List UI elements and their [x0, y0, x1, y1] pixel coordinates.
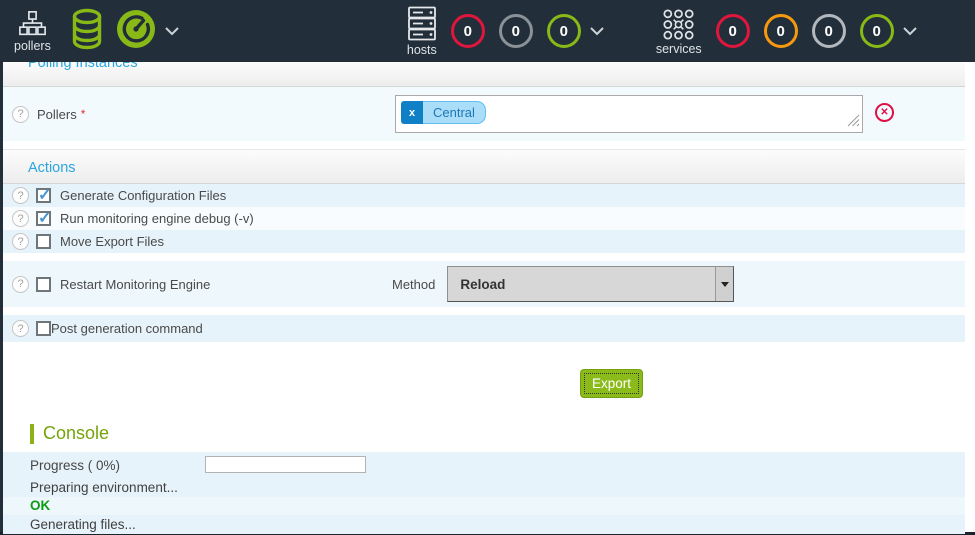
- action-row-generate: ? Generate Configuration Files: [3, 184, 965, 207]
- action-row-move-export: ? Move Export Files: [3, 230, 965, 253]
- dots-grid-icon: [662, 8, 695, 41]
- method-label: Method: [392, 277, 435, 292]
- resize-handle-icon[interactable]: [847, 114, 860, 130]
- question-circle-icon[interactable]: ?: [12, 276, 29, 293]
- hosts-unreachable-counter[interactable]: 0: [499, 14, 533, 48]
- section-title: Actions: [28, 160, 76, 176]
- services-ok-counter[interactable]: 0: [860, 14, 894, 48]
- action-row-debug: ? Run monitoring engine debug (-v): [3, 207, 965, 230]
- services-chevron-down-icon[interactable]: [903, 27, 917, 36]
- hosts-chevron-down-icon[interactable]: [590, 27, 604, 36]
- console-log-line: Generating files...: [3, 515, 965, 534]
- chip-remove-button[interactable]: x: [401, 101, 423, 124]
- top-status-bar: pollers: [0, 0, 975, 62]
- chip-label: Central: [423, 101, 486, 124]
- pollers-label: pollers: [14, 40, 51, 52]
- pollers-menu[interactable]: pollers: [14, 10, 51, 52]
- hosts-up-counter[interactable]: 0: [547, 14, 581, 48]
- action-label: Generate Configuration Files: [60, 188, 226, 203]
- action-label: Run monitoring engine debug (-v): [60, 211, 254, 226]
- export-configuration-form: Polling Instances ? Pollers * x Central …: [0, 62, 975, 532]
- select-arrow-down-icon[interactable]: [715, 267, 733, 301]
- action-label: Post generation command: [51, 321, 203, 336]
- services-warning-counter[interactable]: 0: [764, 14, 798, 48]
- action-label: Move Export Files: [60, 234, 164, 249]
- question-circle-icon[interactable]: ?: [12, 106, 29, 123]
- console-title: Console: [43, 423, 109, 444]
- server-stack-icon: [407, 6, 437, 42]
- clear-pollers-circle-x-icon[interactable]: ✕: [875, 103, 894, 122]
- hosts-menu[interactable]: hosts: [407, 6, 437, 56]
- question-circle-icon[interactable]: ?: [12, 233, 29, 250]
- section-polling-instances: Polling Instances: [3, 62, 965, 87]
- required-mark: *: [81, 107, 86, 121]
- move-export-checkbox[interactable]: [36, 234, 51, 249]
- poller-chip: x Central: [401, 101, 486, 124]
- section-title: Polling Instances: [28, 62, 965, 71]
- console-heading-bar: [30, 424, 34, 444]
- question-circle-icon[interactable]: ?: [12, 320, 29, 337]
- progress-bar: [205, 456, 366, 473]
- pollers-multiselect-input[interactable]: x Central: [395, 95, 863, 133]
- action-row-post-command: ? Post generation command: [3, 315, 965, 342]
- run-debug-checkbox[interactable]: [36, 211, 51, 226]
- services-label: services: [656, 43, 702, 55]
- hosts-down-counter[interactable]: 0: [451, 14, 485, 48]
- console-log-line: Preparing environment...: [3, 478, 965, 497]
- database-icon[interactable]: [71, 8, 103, 55]
- sitemap-icon: [19, 10, 46, 38]
- hosts-label: hosts: [407, 44, 437, 56]
- gauge-icon[interactable]: [116, 9, 156, 54]
- action-row-restart: ? Restart Monitoring Engine Method Reloa…: [3, 261, 965, 307]
- question-circle-icon[interactable]: ?: [12, 187, 29, 204]
- services-menu[interactable]: services: [656, 8, 702, 55]
- progress-row: Progress ( 0%): [3, 452, 965, 478]
- pollers-field-label: Pollers: [37, 107, 77, 122]
- method-select[interactable]: Reload: [447, 266, 734, 302]
- question-circle-icon[interactable]: ?: [12, 210, 29, 227]
- services-critical-counter[interactable]: 0: [716, 14, 750, 48]
- progress-label: Progress ( 0%): [30, 458, 120, 473]
- generate-config-checkbox[interactable]: [36, 188, 51, 203]
- action-label: Restart Monitoring Engine: [60, 277, 210, 292]
- export-button[interactable]: Export: [580, 369, 643, 398]
- pollers-field-row: ? Pollers * x Central ✕: [3, 87, 965, 141]
- services-unknown-counter[interactable]: 0: [812, 14, 846, 48]
- method-selected-value: Reload: [448, 277, 715, 292]
- section-actions: Actions: [3, 149, 965, 184]
- console-heading: Console: [30, 423, 965, 444]
- restart-engine-checkbox[interactable]: [36, 277, 51, 292]
- post-command-checkbox[interactable]: [36, 321, 51, 336]
- pollers-chevron-down-icon[interactable]: [165, 27, 179, 36]
- console-log-line-ok: OK: [3, 497, 965, 515]
